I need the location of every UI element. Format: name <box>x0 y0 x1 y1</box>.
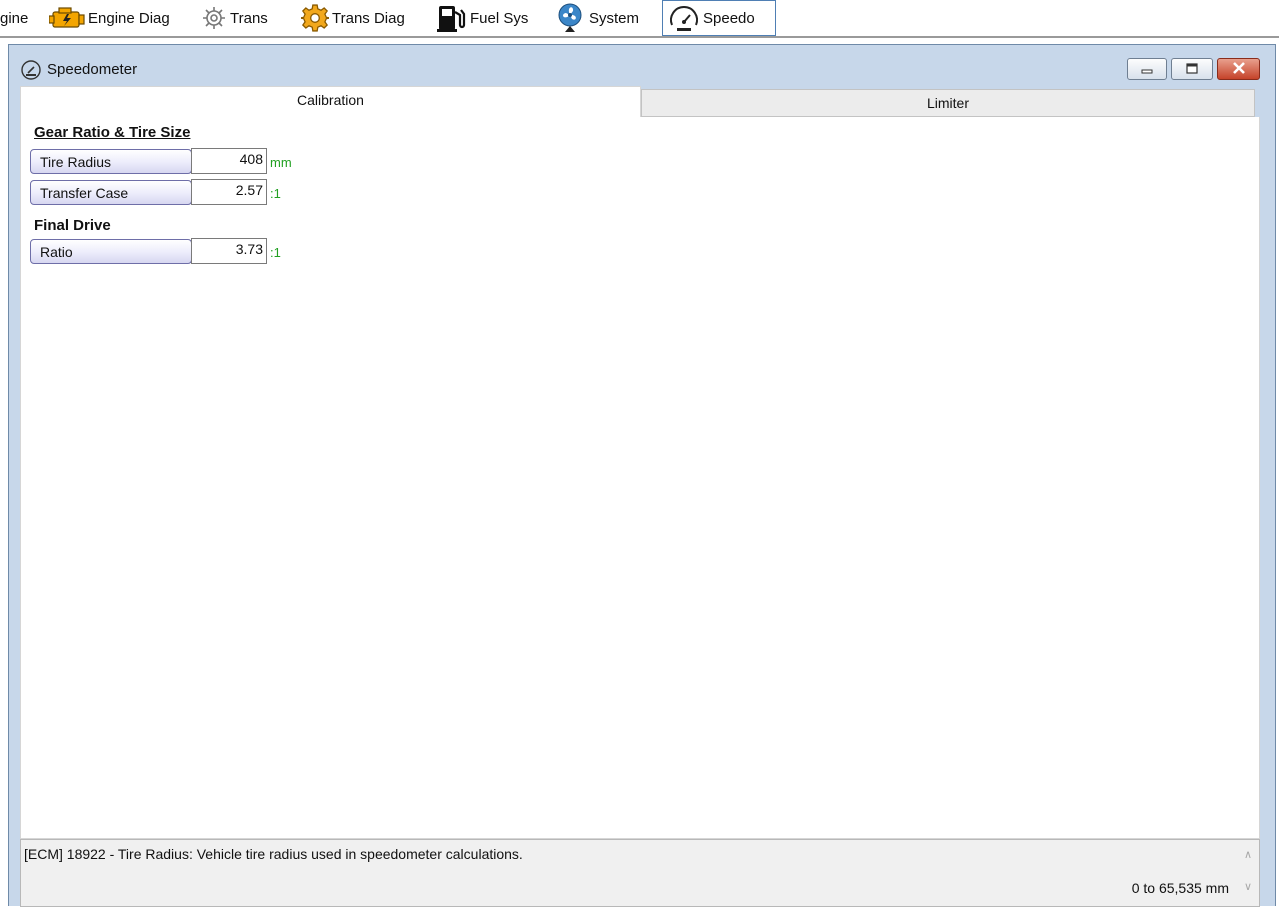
toolbar-item-trans-diag[interactable]: Trans Diag <box>301 0 405 36</box>
ratio-label-text: Ratio <box>40 243 73 260</box>
close-button[interactable] <box>1217 58 1260 80</box>
toolbar-item-fuel-sys[interactable]: Fuel Sys <box>437 0 528 36</box>
speedometer-icon <box>668 3 700 33</box>
fuel-pump-icon <box>437 3 467 33</box>
transfer-case-input[interactable]: 2.57 <box>191 179 267 205</box>
scroll-up-icon[interactable]: ∧ <box>1244 848 1252 861</box>
transfer-case-label-text: Transfer Case <box>40 184 129 201</box>
toolbar-item-engine[interactable]: gine <box>0 0 28 36</box>
toolbar-item-label: Fuel Sys <box>470 9 529 27</box>
toolbar-item-label: Trans Diag <box>332 9 405 27</box>
status-description-panel: [ECM] 18922 - Tire Radius: Vehicle tire … <box>20 839 1260 907</box>
tab-strip: Calibration Limiter <box>20 86 1258 118</box>
toolbar-item-system[interactable]: System <box>556 0 639 36</box>
transfer-case-unit: :1 <box>270 186 281 201</box>
main-toolbar: gine Engine Diag Trans Trans Diag Fuel S… <box>0 0 1279 38</box>
minimize-icon <box>1141 61 1153 77</box>
parameter-description: [ECM] 18922 - Tire Radius: Vehicle tire … <box>24 846 523 862</box>
toolbar-item-speedo[interactable]: Speedo <box>662 0 776 36</box>
transfer-case-label[interactable]: Transfer Case <box>30 180 192 205</box>
ratio-label[interactable]: Ratio <box>30 239 192 264</box>
toolbar-item-label: Speedo <box>703 9 755 27</box>
tab-calibration[interactable]: Calibration <box>20 86 641 118</box>
minimize-button[interactable] <box>1127 58 1167 80</box>
speedometer-window: Speedometer Calibration Limiter Gear Rat… <box>8 44 1276 907</box>
tire-radius-unit: mm <box>270 155 292 170</box>
scroll-down-icon[interactable]: ∨ <box>1244 880 1252 893</box>
tire-radius-label-text: Tire Radius <box>40 153 112 170</box>
toolbar-item-label: System <box>589 9 640 27</box>
section-title-gear-ratio: Gear Ratio & Tire Size <box>34 124 191 141</box>
ratio-input[interactable]: 3.73 <box>191 238 267 264</box>
parameter-range: 0 to 65,535 mm <box>1131 880 1229 896</box>
tire-radius-label[interactable]: Tire Radius <box>30 149 192 174</box>
maximize-button[interactable] <box>1171 58 1213 80</box>
maximize-icon <box>1186 61 1198 77</box>
gear-outline-icon <box>201 5 227 31</box>
calibration-panel: Gear Ratio & Tire Size Tire Radius 408 m… <box>20 117 1260 839</box>
gear-gold-icon <box>301 4 329 32</box>
window-title: Speedometer <box>47 61 138 78</box>
speedometer-icon <box>20 60 42 83</box>
toolbar-item-engine-diag[interactable]: Engine Diag <box>49 0 170 36</box>
window-titlebar[interactable]: Speedometer <box>9 45 1275 85</box>
fan-icon <box>556 2 586 34</box>
toolbar-item-trans[interactable]: Trans <box>201 0 268 36</box>
close-icon <box>1232 61 1246 77</box>
section-title-final-drive: Final Drive <box>34 217 111 234</box>
toolbar-item-label: gine <box>0 9 29 27</box>
tire-radius-input[interactable]: 408 <box>191 148 267 174</box>
tab-label: Calibration <box>297 91 364 108</box>
tab-label: Limiter <box>926 95 969 111</box>
toolbar-item-label: Trans <box>230 9 268 27</box>
toolbar-item-label: Engine Diag <box>88 9 170 27</box>
tab-limiter[interactable]: Limiter <box>641 89 1255 117</box>
ratio-unit: :1 <box>270 245 281 260</box>
engine-icon <box>49 5 85 31</box>
